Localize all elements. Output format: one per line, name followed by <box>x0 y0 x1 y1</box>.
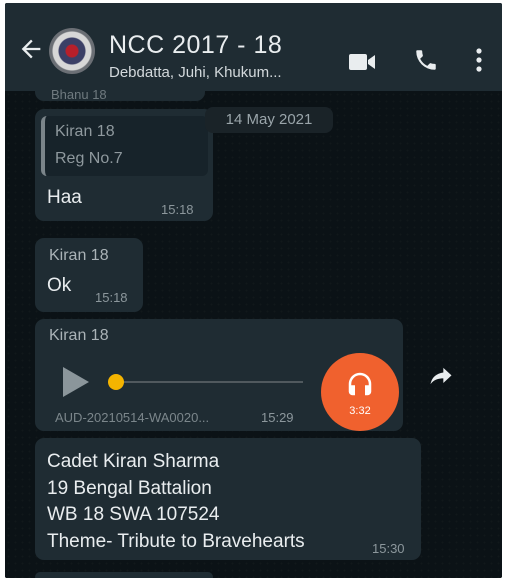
group-members[interactable]: Debdatta, Juhi, Khukum... <box>109 64 282 81</box>
quoted-text: Reg No.7 <box>55 150 123 167</box>
message-text-block: Cadet Kiran Sharma 19 Bengal Battalion W… <box>47 449 305 555</box>
audio-duration: 3:32 <box>349 405 371 417</box>
back-arrow-icon[interactable] <box>17 35 45 63</box>
message-sender: Kiran 18 <box>49 327 109 344</box>
play-icon[interactable] <box>63 367 89 397</box>
message-text: Ok <box>47 275 72 296</box>
audio-progress-track[interactable] <box>117 381 303 383</box>
message-sender: Kiran 18 <box>49 247 109 264</box>
video-call-icon[interactable] <box>348 51 376 78</box>
date-chip: 14 May 2021 <box>205 107 333 133</box>
next-message-bubble[interactable] <box>35 572 213 578</box>
chat-header: NCC 2017 - 18 Debdatta, Juhi, Khukum... <box>5 3 502 91</box>
message-line: Theme- Tribute to Bravehearts <box>47 530 305 552</box>
audio-progress-knob[interactable] <box>108 374 124 390</box>
voice-call-icon[interactable] <box>413 47 439 78</box>
message-line: WB 18 SWA 107524 <box>47 504 220 525</box>
headphones-icon <box>345 369 375 404</box>
quoted-sender: Kiran 18 <box>55 123 115 140</box>
message-line: 19 Bengal Battalion <box>47 477 212 499</box>
message-time: 15:29 <box>261 410 294 425</box>
audio-filename: AUD-20210514-WA0020... <box>55 410 210 425</box>
message-time: 15:18 <box>95 290 128 305</box>
chat-window: NCC 2017 - 18 Debdatta, Juhi, Khukum... … <box>5 3 502 578</box>
message-time: 15:18 <box>161 202 194 217</box>
group-name[interactable]: NCC 2017 - 18 <box>109 31 282 60</box>
forward-icon[interactable] <box>427 363 455 394</box>
group-avatar[interactable] <box>49 28 95 74</box>
message-text: Haa <box>47 187 82 208</box>
message-time: 15:30 <box>372 541 405 556</box>
more-options-icon[interactable] <box>475 47 483 78</box>
previous-message-text: Bhanu 18 <box>51 87 107 102</box>
message-line: Cadet Kiran Sharma <box>47 451 220 472</box>
